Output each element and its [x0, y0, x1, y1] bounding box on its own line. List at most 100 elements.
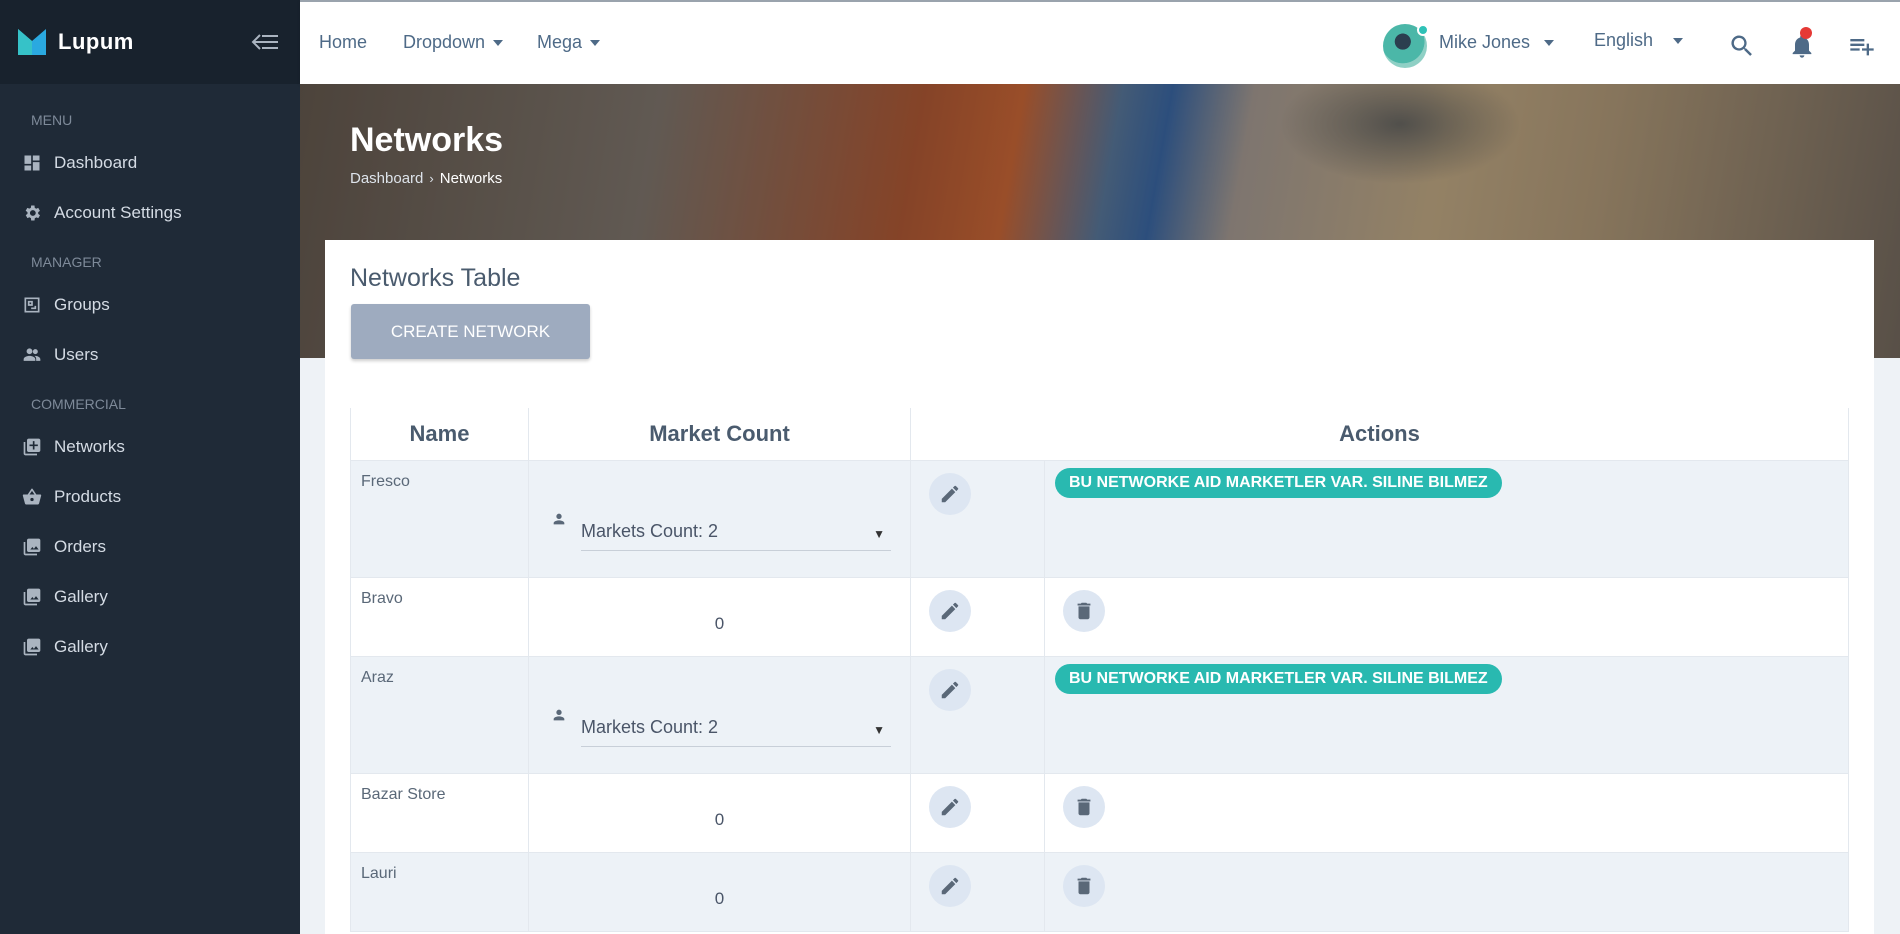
online-status-dot	[1417, 24, 1429, 36]
edit-button[interactable]	[929, 472, 971, 515]
cell-edit	[910, 459, 1045, 578]
sidebar-item-label: Groups	[54, 295, 110, 314]
sidebar-item-label: Account Settings	[54, 203, 182, 222]
edit-button[interactable]	[929, 785, 971, 828]
sidebar-item-label: Dashboard	[54, 153, 138, 172]
caret-down-icon	[590, 39, 601, 46]
user-menu[interactable]: Mike Jones	[1439, 32, 1555, 53]
sidebar-section-menu: MENU	[31, 112, 73, 128]
create-network-button[interactable]: CREATE NETWORK	[351, 304, 590, 359]
sidebar-item-gallery[interactable]: Gallery	[0, 572, 300, 622]
cell-name: Araz	[350, 655, 529, 774]
markets-count-field[interactable]: Markets Count: 2 ▼	[581, 709, 891, 747]
orders-icon	[22, 537, 42, 557]
nav-dropdown[interactable]: Dropdown	[403, 32, 504, 53]
cell-market-count: Markets Count: 2 ▼	[528, 655, 911, 774]
networks-table: Name Market Count Actions Fresco Markets…	[350, 408, 1849, 932]
trash-icon	[1077, 602, 1091, 619]
nav-mega[interactable]: Mega	[537, 32, 601, 53]
table-row: Lauri 0	[350, 851, 1849, 932]
dropdown-arrow-icon: ▼	[873, 722, 885, 737]
page-title: Networks	[350, 121, 504, 159]
nav-home-label: Home	[319, 32, 368, 52]
notification-dot	[1800, 27, 1812, 39]
cell-market-count: 0	[528, 772, 911, 853]
sidebar-item-users[interactable]: Users	[0, 330, 300, 380]
sidebar-section-manager: MANAGER	[31, 254, 102, 270]
cannot-delete-badge: BU NETWORKE AID MARKETLER VAR. SILINE BI…	[1055, 467, 1502, 498]
breadcrumb-current: Networks	[439, 170, 503, 187]
gallery-icon	[22, 587, 42, 607]
cell-actions: BU NETWORKE AID MARKETLER VAR. SILINE BI…	[1044, 459, 1849, 578]
gallery-icon	[22, 637, 42, 657]
pencil-icon	[941, 877, 959, 894]
brand[interactable]: Lupum	[0, 0, 300, 84]
playlist-add-icon[interactable]	[1848, 32, 1876, 60]
sidebar-item-gallery-2[interactable]: Gallery	[0, 622, 300, 672]
sidebar-item-account-settings[interactable]: Account Settings	[0, 188, 300, 238]
caret-down-icon	[493, 39, 504, 46]
delete-button[interactable]	[1063, 864, 1105, 907]
sidebar-item-products[interactable]: Products	[0, 472, 300, 522]
networks-card: Networks Table CREATE NETWORK Name Marke…	[325, 240, 1874, 934]
header-market-count: Market Count	[528, 408, 911, 460]
user-name: Mike Jones	[1439, 32, 1531, 52]
search-icon[interactable]	[1728, 32, 1756, 60]
pencil-icon	[941, 798, 959, 815]
market-count-value: 0	[714, 809, 725, 829]
sidebar-item-label: Orders	[54, 537, 106, 556]
sidebar-section-commercial: COMMERCIAL	[31, 396, 126, 412]
nav-home[interactable]: Home	[319, 32, 367, 53]
sidebar-item-groups[interactable]: Groups	[0, 280, 300, 330]
header-name: Name	[350, 408, 529, 460]
header-actions: Actions	[910, 408, 1849, 460]
caret-down-icon	[1673, 37, 1684, 44]
edit-button[interactable]	[929, 589, 971, 632]
cell-actions: BU NETWORKE AID MARKETLER VAR. SILINE BI…	[1044, 655, 1849, 774]
table-row: Bravo 0	[350, 576, 1849, 657]
collapse-sidebar-icon[interactable]	[250, 30, 280, 54]
breadcrumb: Dashboard › Networks	[350, 170, 502, 187]
cell-edit	[910, 772, 1045, 853]
edit-button[interactable]	[929, 864, 971, 907]
language-select[interactable]: English	[1594, 30, 1684, 51]
markets-count-field[interactable]: Markets Count: 2 ▼	[581, 513, 891, 551]
breadcrumb-dashboard[interactable]: Dashboard	[350, 170, 423, 187]
person-icon	[551, 511, 567, 527]
person-icon	[551, 707, 567, 723]
markets-count-select[interactable]: Markets Count: 2 ▼	[551, 697, 891, 747]
cell-actions	[1044, 576, 1849, 657]
cell-actions	[1044, 772, 1849, 853]
cell-market-count: Markets Count: 2 ▼	[528, 459, 911, 578]
topbar: Home Dropdown Mega Mike Jones English	[300, 0, 1900, 84]
cell-name: Fresco	[350, 459, 529, 578]
cannot-delete-badge: BU NETWORKE AID MARKETLER VAR. SILINE BI…	[1055, 663, 1502, 694]
pencil-icon	[941, 681, 959, 698]
nav-dropdown-label: Dropdown	[403, 32, 486, 52]
markets-count-value: Markets Count: 2	[581, 716, 719, 737]
edit-button[interactable]	[929, 668, 971, 711]
table-row: Bazar Store 0	[350, 772, 1849, 853]
trash-icon	[1077, 877, 1091, 894]
delete-button[interactable]	[1063, 589, 1105, 632]
sidebar-item-orders[interactable]: Orders	[0, 522, 300, 572]
market-count-value: 0	[714, 613, 725, 633]
dashboard-icon	[22, 153, 42, 173]
cell-name: Bazar Store	[350, 772, 529, 853]
lupum-logo-icon	[18, 29, 46, 55]
delete-button[interactable]	[1063, 785, 1105, 828]
cell-market-count: 0	[528, 576, 911, 657]
sidebar-item-label: Products	[54, 487, 122, 506]
markets-count-value: Markets Count: 2	[581, 520, 719, 541]
market-count-value: 0	[714, 888, 725, 908]
nav-mega-label: Mega	[537, 32, 583, 52]
brand-name: Lupum	[58, 29, 134, 54]
cell-name: Lauri	[350, 851, 529, 932]
sidebar-item-networks[interactable]: Networks	[0, 422, 300, 472]
cell-market-count: 0	[528, 851, 911, 932]
markets-count-select[interactable]: Markets Count: 2 ▼	[551, 501, 891, 551]
sidebar-item-dashboard[interactable]: Dashboard	[0, 138, 300, 188]
sidebar-item-label: Gallery	[54, 637, 108, 656]
cell-edit	[910, 576, 1045, 657]
gear-icon	[22, 203, 42, 223]
